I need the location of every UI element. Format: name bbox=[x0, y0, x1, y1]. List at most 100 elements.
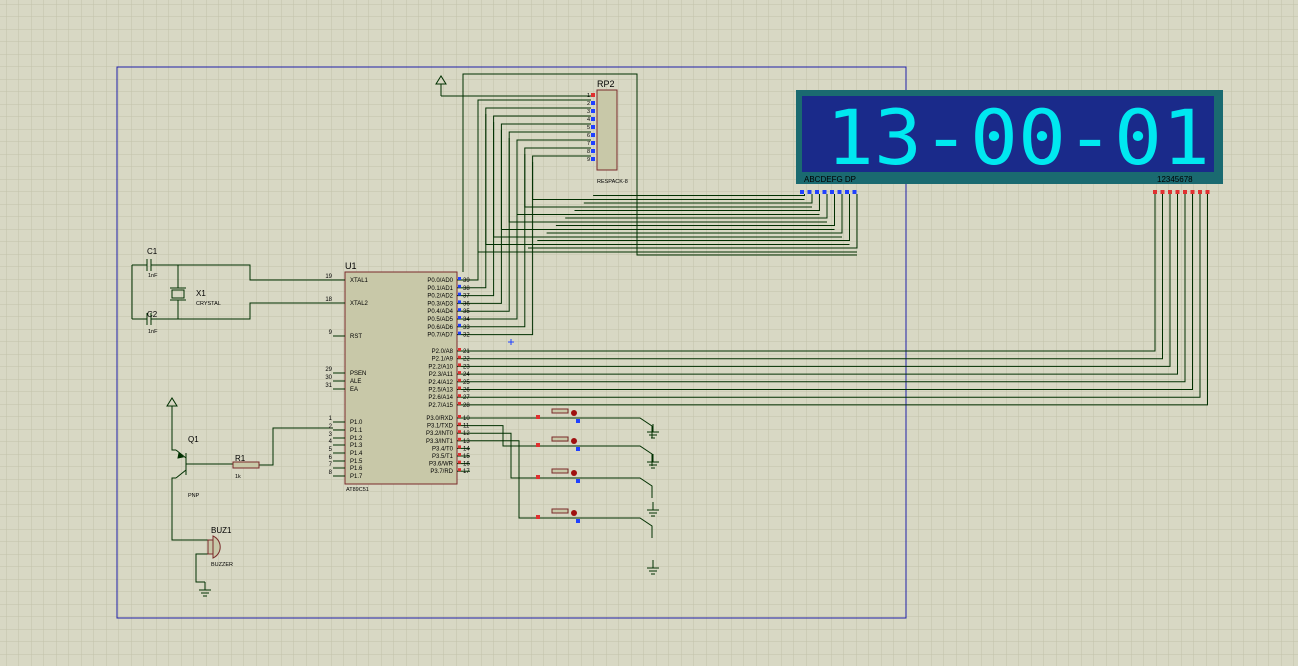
respack-part: RESPACK-8 bbox=[597, 179, 628, 185]
mcu-pin-dot bbox=[458, 323, 461, 327]
button-pin-dot bbox=[576, 447, 580, 451]
mcu-right-pin-num: 28 bbox=[463, 403, 470, 409]
mcu-part: AT89C51 bbox=[346, 487, 369, 493]
mcu-left-pin-num: 30 bbox=[325, 375, 332, 381]
mcu-right-pin-num: 11 bbox=[463, 424, 470, 430]
mcu-pin-dot bbox=[458, 300, 461, 304]
mcu-left-pin-name: P1.7 bbox=[350, 474, 363, 480]
buzzer-ref: BUZ1 bbox=[211, 526, 232, 535]
mcu-right-pin-name: P0.3/AD3 bbox=[427, 301, 453, 307]
respack-ref: RP2 bbox=[597, 79, 615, 89]
respack-pin-num: 8 bbox=[587, 149, 590, 155]
mcu-right-pin-num: 32 bbox=[463, 333, 470, 339]
c1-value: 1nF bbox=[148, 273, 158, 279]
mcu-right-pin-name: P2.7/A15 bbox=[428, 403, 453, 409]
respack-pin-dot bbox=[591, 141, 595, 145]
mcu-right-pin-name: P0.7/AD7 bbox=[427, 333, 453, 339]
mcu-right-pin-num: 26 bbox=[463, 388, 470, 394]
respack-pin-dot bbox=[591, 125, 595, 129]
mcu-left-pin-name: EA bbox=[350, 387, 358, 393]
mcu-left-pin-num: 31 bbox=[325, 383, 332, 389]
mcu-left-pin-name: ALE bbox=[350, 379, 361, 385]
mcu-right-pin-name: P2.4/A12 bbox=[428, 380, 453, 386]
crystal-part: CRYSTAL bbox=[196, 301, 221, 307]
mcu-left-pin-name: PSEN bbox=[350, 371, 366, 377]
mcu-right-pin-num: 17 bbox=[463, 469, 470, 475]
mcu-pin-dot bbox=[458, 437, 461, 441]
display-digits: 13-00-01 bbox=[826, 93, 1210, 182]
button-pin-dot bbox=[536, 415, 540, 419]
button-pin-dot bbox=[576, 519, 580, 523]
mcu-left-pin-num: 19 bbox=[325, 274, 332, 280]
button-led bbox=[571, 410, 577, 416]
mcu-pin-dot bbox=[458, 284, 461, 288]
display-seg-pin bbox=[800, 190, 804, 194]
mcu-pin-dot bbox=[458, 401, 461, 405]
mcu-pin-dot bbox=[458, 331, 461, 335]
schematic-canvas[interactable]: U1 AT89C51 19XTAL118XTAL29RST29PSEN30ALE… bbox=[0, 0, 1298, 666]
display-digit-pin bbox=[1205, 190, 1210, 194]
display-digit-pin bbox=[1183, 190, 1187, 194]
mcu-pin-dot bbox=[458, 277, 461, 280]
display-digit-pin bbox=[1175, 190, 1180, 194]
mcu-right-pin-num: 27 bbox=[463, 395, 470, 401]
mcu-right-pin-num: 21 bbox=[463, 349, 470, 355]
mcu-left-pin-name: P1.6 bbox=[350, 466, 363, 472]
button-cap bbox=[551, 468, 569, 474]
display-seg-pin bbox=[837, 190, 842, 194]
mcu-right-pin-name: P0.4/AD4 bbox=[427, 309, 453, 315]
mcu-pin-dot bbox=[458, 371, 461, 375]
mcu-pin-dot bbox=[458, 355, 461, 359]
display-seg-pin bbox=[830, 190, 834, 194]
seven-segment-display[interactable]: 13-00-01 ABCDEFG DP 12345678 bbox=[796, 90, 1223, 194]
respack-pin-dot bbox=[591, 101, 595, 105]
respack-pin-num: 7 bbox=[587, 141, 590, 147]
button-pin-dot bbox=[536, 515, 540, 519]
button-pin-dot bbox=[576, 479, 580, 483]
button-cap bbox=[551, 436, 569, 442]
display-digit-label: 12345678 bbox=[1157, 175, 1193, 184]
mcu-pin-dot bbox=[458, 348, 461, 351]
mcu-pin-dot bbox=[458, 468, 461, 472]
respack-body bbox=[596, 89, 618, 171]
mcu-right-pin-num: 35 bbox=[463, 309, 470, 315]
mcu-left-pin-name: P1.3 bbox=[350, 443, 363, 449]
mcu-right-pin-num: 37 bbox=[463, 294, 470, 300]
r1-ref: R1 bbox=[235, 454, 246, 463]
mcu-right-pin-num: 22 bbox=[463, 357, 470, 363]
crystal-ref: X1 bbox=[196, 289, 206, 298]
mcu-pin-dot bbox=[458, 308, 461, 312]
mcu-right-pin-num: 36 bbox=[463, 301, 470, 307]
mcu-right-pin-num: 38 bbox=[463, 286, 470, 292]
mcu-u1[interactable]: U1 AT89C51 19XTAL118XTAL29RST29PSEN30ALE… bbox=[325, 261, 470, 493]
display-seg-pin bbox=[807, 190, 812, 194]
mcu-right-pin-name: P2.2/A10 bbox=[428, 364, 453, 370]
mcu-right-pin-num: 10 bbox=[463, 416, 470, 422]
display-digit-pin bbox=[1190, 190, 1195, 194]
display-seg-pin bbox=[815, 190, 819, 194]
mcu-pin-dot bbox=[458, 394, 461, 398]
respack-pin-num: 6 bbox=[587, 133, 590, 139]
display-digit-pin bbox=[1160, 190, 1165, 194]
mcu-right-pin-name: P3.5/T1 bbox=[432, 454, 454, 460]
mcu-left-pin-name: XTAL2 bbox=[350, 301, 369, 307]
mcu-right-pin-num: 39 bbox=[463, 278, 470, 284]
button-cap bbox=[551, 508, 569, 514]
c1-ref: C1 bbox=[147, 247, 158, 256]
mcu-pin-dot bbox=[458, 415, 461, 418]
mcu-right-pin-num: 12 bbox=[463, 431, 470, 437]
mcu-pin-dot bbox=[458, 460, 461, 464]
mcu-right-pin-name: P3.7/RD bbox=[430, 469, 453, 475]
mcu-right-pin-name: P3.0/RXD bbox=[426, 416, 453, 422]
mcu-ref: U1 bbox=[345, 261, 357, 271]
display-seg-pin bbox=[845, 190, 849, 194]
mcu-right-pin-name: P2.0/A8 bbox=[432, 349, 454, 355]
mcu-right-pin-name: P3.1/TXD bbox=[427, 424, 454, 430]
respack-pin-num: 5 bbox=[587, 125, 590, 131]
mcu-pin-dot bbox=[458, 386, 461, 390]
button-pin-dot bbox=[576, 419, 580, 423]
respack-pin-dot bbox=[591, 109, 595, 113]
mcu-left-pin-name: RST bbox=[350, 334, 362, 340]
mcu-right-pin-name: P0.5/AD5 bbox=[427, 317, 453, 323]
mcu-right-pin-num: 14 bbox=[463, 446, 470, 452]
